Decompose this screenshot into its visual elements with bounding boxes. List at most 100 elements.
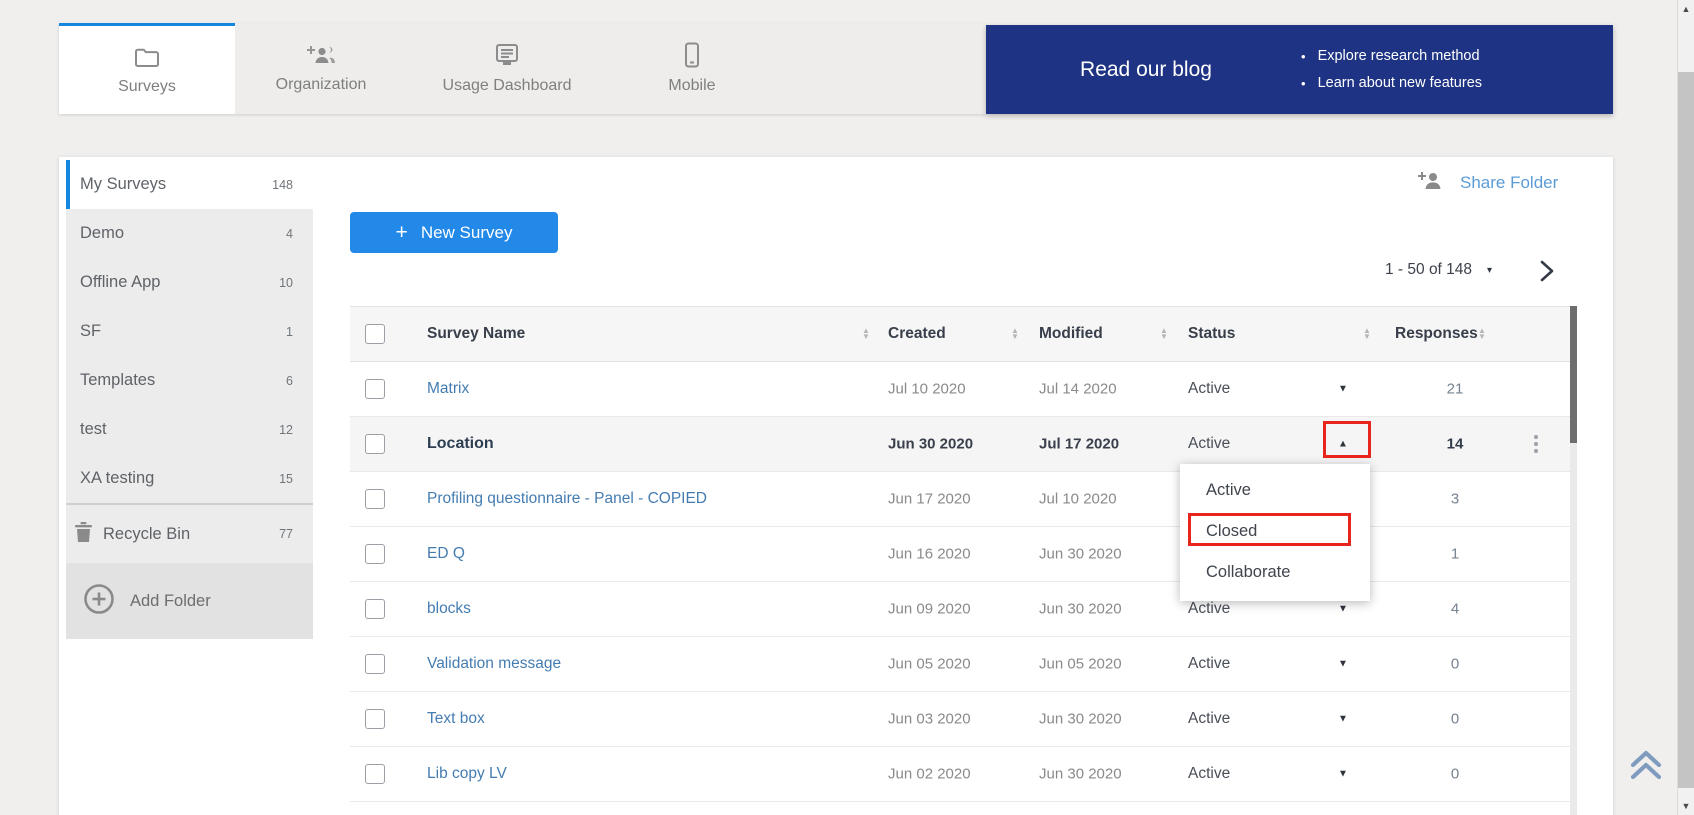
status-value: Active bbox=[1188, 435, 1230, 453]
tab-usage-dashboard[interactable]: Usage Dashboard bbox=[419, 23, 595, 114]
row-checkbox[interactable] bbox=[365, 434, 385, 454]
header-status[interactable]: Status bbox=[1188, 325, 1235, 343]
bullet-icon: • bbox=[1301, 49, 1306, 64]
responses-count: 3 bbox=[1395, 491, 1515, 508]
row-checkbox[interactable] bbox=[365, 654, 385, 674]
scrollbar-up-arrow[interactable]: ▲ bbox=[1678, 4, 1694, 14]
survey-name-link[interactable]: blocks bbox=[427, 600, 471, 618]
row-checkbox[interactable] bbox=[365, 709, 385, 729]
blog-banner[interactable]: Read our blog • Explore research method … bbox=[986, 25, 1613, 114]
sort-icon[interactable]: ▲▼ bbox=[862, 328, 870, 340]
chevron-down-icon[interactable]: ▾ bbox=[1487, 265, 1492, 276]
created-date: Jun 05 2020 bbox=[888, 656, 971, 673]
table-scrollbar[interactable] bbox=[1570, 306, 1577, 815]
header-responses[interactable]: Responses bbox=[1395, 325, 1478, 343]
sidebar-folder-item[interactable]: test 12 bbox=[66, 405, 313, 454]
sidebar-folder-item[interactable]: Demo 4 bbox=[66, 209, 313, 258]
status-dropdown-toggle[interactable]: ▼ bbox=[1338, 769, 1348, 780]
survey-name-link[interactable]: ED Q bbox=[427, 545, 465, 563]
banner-bullets: • Explore research method • Learn about … bbox=[1301, 43, 1482, 97]
created-date: Jul 10 2020 bbox=[888, 381, 966, 398]
table-row: Matrix Jul 10 2020 Jul 14 2020 Active ▼ … bbox=[350, 362, 1570, 417]
annotation-box-dropdown-toggle bbox=[1323, 421, 1371, 458]
bullet-text: Explore research method bbox=[1318, 48, 1480, 64]
row-checkbox[interactable] bbox=[365, 544, 385, 564]
tab-label: Usage Dashboard bbox=[443, 77, 572, 95]
status-dropdown-toggle[interactable]: ▼ bbox=[1338, 384, 1348, 395]
status-dropdown-option[interactable]: Active bbox=[1180, 470, 1370, 511]
created-date: Jun 09 2020 bbox=[888, 601, 971, 618]
status-dropdown-toggle[interactable]: ▼ bbox=[1338, 659, 1348, 670]
sidebar-folder-item[interactable]: XA testing 15 bbox=[66, 454, 313, 503]
sidebar-folder-item[interactable]: Offline App 10 bbox=[66, 258, 313, 307]
select-all-checkbox[interactable] bbox=[365, 324, 385, 344]
add-folder-button[interactable]: Add Folder bbox=[66, 563, 313, 639]
survey-name-link[interactable]: Matrix bbox=[427, 380, 469, 398]
sidebar-folder-item[interactable]: SF 1 bbox=[66, 307, 313, 356]
table-row: ED Q Jun 16 2020 Jun 30 2020 1 bbox=[350, 527, 1570, 582]
row-checkbox[interactable] bbox=[365, 379, 385, 399]
trash-icon bbox=[74, 521, 93, 548]
pagination-range: 1 - 50 of 148 bbox=[1385, 261, 1472, 279]
next-page-button[interactable] bbox=[1538, 258, 1557, 289]
survey-name-link[interactable]: Text box bbox=[427, 710, 485, 728]
page-scrollbar[interactable]: ▲ ▼ bbox=[1677, 0, 1694, 815]
bullet-text: Learn about new features bbox=[1318, 75, 1482, 91]
row-checkbox[interactable] bbox=[365, 489, 385, 509]
mobile-icon bbox=[684, 42, 700, 68]
sidebar-item-recycle-bin[interactable]: Recycle Bin 77 bbox=[66, 505, 313, 563]
sort-icon[interactable]: ▲▼ bbox=[1478, 328, 1486, 340]
status-dropdown-toggle[interactable]: ▼ bbox=[1338, 604, 1348, 615]
survey-name-link[interactable]: Lib copy LV bbox=[427, 765, 507, 783]
dashboard-icon bbox=[493, 43, 521, 68]
tab-surveys[interactable]: Surveys bbox=[59, 23, 235, 114]
table-row: Text box Jun 03 2020 Jun 30 2020 Active … bbox=[350, 692, 1570, 747]
header-created[interactable]: Created bbox=[888, 325, 946, 343]
row-checkbox[interactable] bbox=[365, 599, 385, 619]
status-dropdown-option[interactable]: Collaborate bbox=[1180, 552, 1370, 593]
folder-list: My Surveys 148 Demo 4 Offline App 10 SF … bbox=[66, 160, 313, 503]
new-survey-button[interactable]: + New Survey bbox=[350, 212, 558, 253]
row-menu-kebab-icon[interactable] bbox=[1534, 435, 1538, 453]
sort-icon[interactable]: ▲▼ bbox=[1160, 328, 1168, 340]
scroll-to-top-button[interactable] bbox=[1628, 748, 1664, 787]
tab-label: Surveys bbox=[118, 78, 176, 96]
scrollbar-down-arrow[interactable]: ▼ bbox=[1678, 801, 1694, 811]
folder-label: Templates bbox=[80, 371, 155, 390]
table-row: Lib copy LV Jun 02 2020 Jun 30 2020 Acti… bbox=[350, 747, 1570, 802]
sidebar-folder-item[interactable]: My Surveys 148 bbox=[66, 160, 313, 209]
modified-date: Jul 17 2020 bbox=[1039, 436, 1119, 453]
row-checkbox[interactable] bbox=[365, 764, 385, 784]
status-dropdown-toggle[interactable]: ▼ bbox=[1338, 714, 1348, 725]
modified-date: Jun 30 2020 bbox=[1039, 711, 1122, 728]
sort-icon[interactable]: ▲▼ bbox=[1011, 328, 1019, 340]
page-scrollbar-thumb[interactable] bbox=[1678, 72, 1694, 788]
modified-date: Jun 05 2020 bbox=[1039, 656, 1122, 673]
created-date: Jun 30 2020 bbox=[888, 436, 973, 453]
pagination-control[interactable]: 1 - 50 of 148 ▾ bbox=[1385, 261, 1492, 279]
tab-label: Mobile bbox=[668, 77, 715, 95]
share-folder-link[interactable]: Share Folder bbox=[1417, 168, 1558, 197]
folder-count: 15 bbox=[279, 472, 293, 486]
circle-plus-icon bbox=[83, 583, 115, 620]
header-survey-name[interactable]: Survey Name bbox=[427, 325, 525, 343]
tab-mobile[interactable]: Mobile bbox=[604, 23, 780, 114]
sidebar-folder-item[interactable]: Templates 6 bbox=[66, 356, 313, 405]
status-value: Active bbox=[1188, 655, 1230, 673]
tab-organization[interactable]: Organization bbox=[233, 23, 409, 114]
survey-name-link[interactable]: Location bbox=[427, 435, 494, 453]
chevron-right-icon bbox=[1538, 271, 1557, 288]
status-value: Active bbox=[1188, 765, 1230, 783]
table-row: blocks Jun 09 2020 Jun 30 2020 Active ▼ … bbox=[350, 582, 1570, 637]
modified-date: Jun 30 2020 bbox=[1039, 766, 1122, 783]
header-modified[interactable]: Modified bbox=[1039, 325, 1103, 343]
table-row: Profiling questionnaire - Panel - COPIED… bbox=[350, 472, 1570, 527]
table-scrollbar-thumb[interactable] bbox=[1570, 306, 1577, 443]
banner-title[interactable]: Read our blog bbox=[1041, 25, 1251, 114]
table-header-row: Survey Name ▲▼ Created ▲▼ Modified ▲▼ St… bbox=[350, 306, 1570, 362]
survey-name-link[interactable]: Validation message bbox=[427, 655, 561, 673]
banner-bullet-item: • Explore research method bbox=[1301, 43, 1482, 70]
survey-name-link[interactable]: Profiling questionnaire - Panel - COPIED bbox=[427, 490, 707, 508]
sort-icon[interactable]: ▲▼ bbox=[1363, 328, 1371, 340]
responses-count: 0 bbox=[1395, 656, 1515, 673]
